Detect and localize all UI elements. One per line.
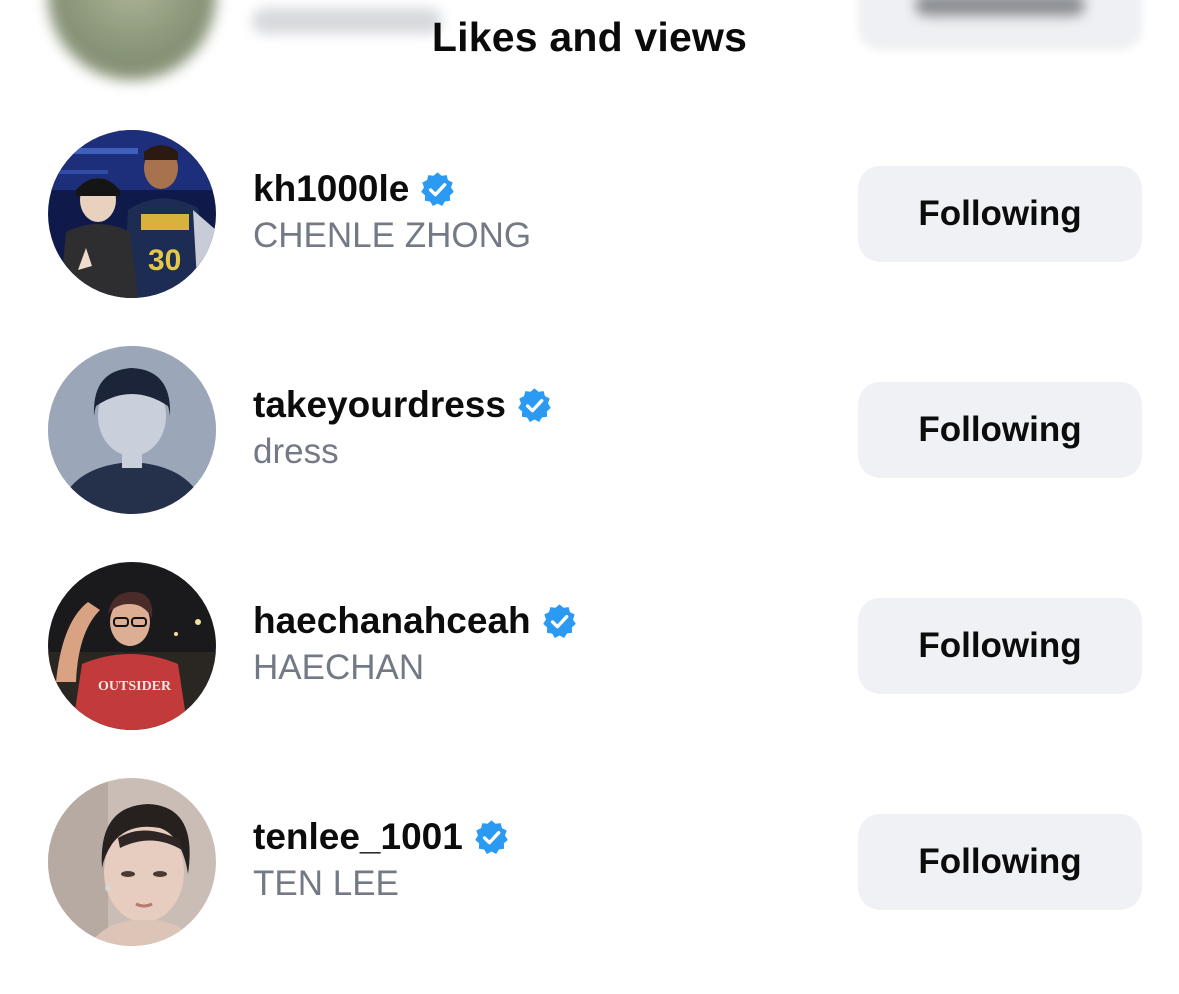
username[interactable]: kh1000le: [253, 168, 409, 210]
avatar-photo: OUTSIDER: [48, 562, 216, 730]
verified-badge-icon: [421, 171, 455, 206]
verified-badge-icon: [542, 603, 576, 638]
sheet-header: Likes and views: [0, 0, 1179, 80]
username[interactable]: tenlee_1001: [253, 816, 463, 858]
avatar-photo: [48, 778, 216, 946]
full-name: TEN LEE: [253, 864, 399, 903]
full-name: CHENLE ZHONG: [253, 216, 532, 255]
avatar[interactable]: OUTSIDER: [48, 562, 216, 730]
avatar[interactable]: [48, 778, 216, 946]
list-item[interactable]: takeyourdress dress Following: [0, 346, 1179, 562]
svg-text:30: 30: [148, 244, 181, 277]
following-button[interactable]: Following: [858, 382, 1142, 478]
avatar-photo: 30: [48, 130, 216, 298]
page-title: Likes and views: [431, 14, 748, 60]
avatar[interactable]: [48, 346, 216, 514]
svg-text:OUTSIDER: OUTSIDER: [98, 679, 172, 694]
user-info: kh1000le CHENLE ZHONG: [253, 164, 531, 256]
user-info: takeyourdress dress: [253, 380, 553, 472]
full-name: HAECHAN: [253, 648, 425, 687]
avatar-photo: [48, 346, 216, 514]
user-info: haechanahceah HAECHAN: [253, 596, 578, 688]
list-item[interactable]: 30 kh1000le CHENLE ZHONG Following: [0, 130, 1179, 346]
full-name: dress: [253, 432, 339, 471]
verified-badge-icon: [475, 819, 508, 854]
username[interactable]: haechanahceah: [253, 600, 531, 642]
following-button[interactable]: Following: [858, 598, 1142, 694]
verified-badge-icon: [518, 387, 551, 422]
user-list: 30 kh1000le CHENLE ZHONG Following takey…: [0, 130, 1179, 994]
following-button[interactable]: Following: [858, 166, 1142, 262]
list-item[interactable]: tenlee_1001 TEN LEE Following: [0, 778, 1179, 994]
list-item[interactable]: OUTSIDER haechanahceah HAECHAN Following: [0, 562, 1179, 778]
username[interactable]: takeyourdress: [253, 384, 506, 426]
avatar[interactable]: 30: [48, 130, 216, 298]
user-info: tenlee_1001 TEN LEE: [253, 812, 510, 904]
following-button[interactable]: Following: [858, 814, 1142, 910]
